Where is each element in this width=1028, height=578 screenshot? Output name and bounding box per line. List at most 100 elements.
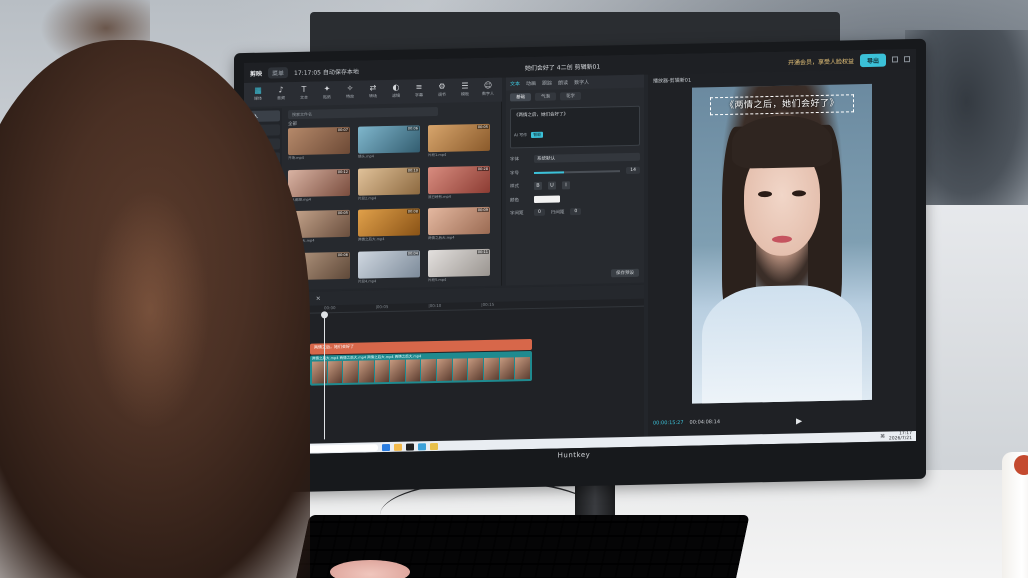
property-tab[interactable]: 动画 (526, 80, 536, 87)
vip-banner[interactable]: 开通会员，享受人脸权益 (788, 56, 854, 66)
media-duration: 00:08 (406, 209, 419, 214)
font-select[interactable]: 系统默认 (534, 152, 640, 163)
media-thumbnail: 00:09 (428, 206, 490, 236)
save-preset-button[interactable]: 保存预设 (611, 268, 639, 278)
size-value[interactable]: 14 (626, 166, 640, 175)
media-item[interactable]: 00:10 片段2.mp4 (358, 166, 420, 202)
toolbar-icon: ✧ (346, 83, 354, 93)
bold-button[interactable]: B (534, 181, 542, 190)
capcut-icon[interactable] (406, 442, 414, 451)
toolbar-item[interactable]: ⚙ 调节 (432, 82, 452, 100)
clock[interactable]: 17:17 2026/7/21 (889, 431, 912, 441)
toolbar-item[interactable]: ◐ 滤镜 (386, 83, 406, 101)
timeline-tool-icon[interactable]: ✕ (316, 295, 321, 302)
video-frame (343, 360, 358, 383)
media-duration: 00:04 (406, 250, 419, 256)
toolbar-item[interactable]: ☺ 数字人 (478, 81, 498, 99)
video-frame (468, 358, 484, 381)
media-duration: 00:05 (336, 210, 349, 216)
video-clip[interactable]: 两情之后大.mp4 两情之后大.mp4 两情之后大.mp4 两情之后大.mp4 (310, 351, 532, 386)
toolbar-item[interactable]: ✦ 贴纸 (317, 84, 337, 102)
media-item[interactable]: 00:06 镜头.mp4 (358, 125, 420, 160)
toolbar-label: 文本 (300, 94, 308, 100)
text-subtab[interactable]: 花字 (560, 91, 581, 101)
caption-text[interactable]: 《两情之后，她们会好了》 (710, 94, 854, 116)
media-item[interactable]: 00:08 两情之后大.mp4 (358, 208, 420, 243)
media-thumbnail: 00:12 (288, 168, 350, 197)
toolbar-item[interactable]: T 文本 (294, 85, 314, 103)
ai-write-button[interactable]: AI 写作 (514, 132, 527, 138)
search-input[interactable]: 搜索文件名 (288, 106, 438, 120)
toolbar-item[interactable]: ✧ 特效 (340, 84, 360, 102)
playhead[interactable] (324, 313, 325, 440)
style-label: 样式 (510, 184, 519, 190)
media-duration: 00:07 (336, 127, 349, 133)
underline-button[interactable]: U (548, 181, 556, 190)
media-name: 镜头.mp4 (358, 154, 374, 159)
line-spacing-label: 行间距 (550, 209, 565, 216)
laptop (922, 205, 1028, 475)
ime-indicator[interactable]: 英 (880, 434, 885, 440)
media-item[interactable]: 00:07 开场.mp4 (288, 126, 350, 162)
property-tab[interactable]: 文本 (510, 80, 520, 87)
toolbar-item[interactable]: ♪ 音频 (271, 85, 291, 103)
color-swatch[interactable] (534, 195, 560, 203)
close-icon[interactable] (904, 56, 910, 63)
size-label: 字号 (510, 170, 519, 176)
text-subtab[interactable]: 气泡 (535, 92, 556, 101)
size-slider-fill (534, 170, 565, 174)
property-tab[interactable]: 跟踪 (542, 80, 552, 87)
hand (330, 560, 410, 578)
toolbar-item[interactable]: ▦ 媒体 (248, 86, 268, 104)
video-preview[interactable]: 《两情之后，她们会好了》 (692, 83, 872, 404)
player-panel: 播放器-剪辑新01 《两情之后，她们会好了》 00:00:15:27 00:04… (648, 68, 916, 437)
media-item[interactable]: 00:12 女人都想.mp4 (288, 168, 350, 203)
toolbar-icon: ⇄ (369, 83, 377, 93)
play-icon[interactable]: ▶ (796, 416, 802, 425)
edge-icon[interactable] (382, 443, 390, 451)
media-thumbnail: 00:05 (428, 123, 490, 153)
app-icon-2[interactable] (430, 442, 438, 450)
video-frame (515, 357, 530, 380)
media-duration: 00:06 (406, 126, 419, 131)
project-name[interactable]: 她们会好了 4二创 剪辑新01 (525, 61, 600, 72)
folder-icon[interactable] (394, 443, 402, 451)
media-name: 两情之后大.mp4 (428, 235, 455, 241)
player-controls: 00:00:15:27 00:04:08:14 ▶ (648, 407, 916, 435)
monitor: 剪映 菜单 17:17:05 自动保存本地 她们会好了 4二创 剪辑新01 开通… (234, 38, 926, 494)
media-item[interactable]: 00:05 片段1.mp4 (428, 123, 490, 159)
property-tab[interactable]: 数字人 (574, 79, 589, 86)
italic-button[interactable]: I (562, 181, 570, 190)
media-item[interactable]: 00:28 我已经有.mp4 (428, 165, 490, 200)
app-icon[interactable] (418, 442, 426, 450)
toolbar-label: 字幕 (415, 92, 423, 98)
property-tab[interactable]: 朗读 (558, 79, 568, 86)
text-content-field[interactable]: 《两情之后，她们会好了》 AI 写作 智能 (510, 105, 640, 149)
ruler-tick: |00:15 (481, 301, 495, 308)
media-name: 开场.mp4 (288, 155, 304, 161)
toolbar-item[interactable]: ≡ 字幕 (409, 82, 429, 100)
media-item[interactable]: 00:09 两情之后大.mp4 (428, 206, 490, 242)
media-duration: 00:11 (476, 249, 489, 254)
clock-date: 2026/7/21 (888, 436, 912, 442)
video-frame (405, 359, 421, 382)
spacing-value[interactable]: 0 (534, 208, 545, 216)
toolbar-icon: ☰ (461, 81, 469, 91)
line-spacing-value[interactable]: 0 (570, 207, 582, 216)
toolbar-item[interactable]: ⇄ 转场 (363, 83, 383, 101)
media-name: 片段2.mp4 (358, 195, 377, 201)
media-thumbnail: 00:28 (428, 165, 490, 194)
toolbar-icon: ✦ (323, 84, 331, 94)
menu-button[interactable]: 菜单 (268, 66, 289, 79)
size-slider[interactable] (534, 169, 621, 174)
media-item[interactable]: 00:04 片段4.mp4 (358, 249, 420, 285)
minimize-icon[interactable] (892, 56, 898, 63)
toolbar-icon: ♪ (278, 85, 284, 95)
media-thumbnail: 00:11 (428, 248, 490, 277)
text-subtab[interactable]: 基础 (510, 93, 531, 102)
export-button[interactable]: 导出 (859, 53, 886, 67)
media-item[interactable]: 00:11 片段5.mp4 (428, 248, 490, 283)
toolbar-item[interactable]: ☰ 模板 (455, 81, 475, 99)
media-name: 片段1.mp4 (428, 152, 447, 158)
toolbar-icon: ◐ (392, 82, 400, 92)
